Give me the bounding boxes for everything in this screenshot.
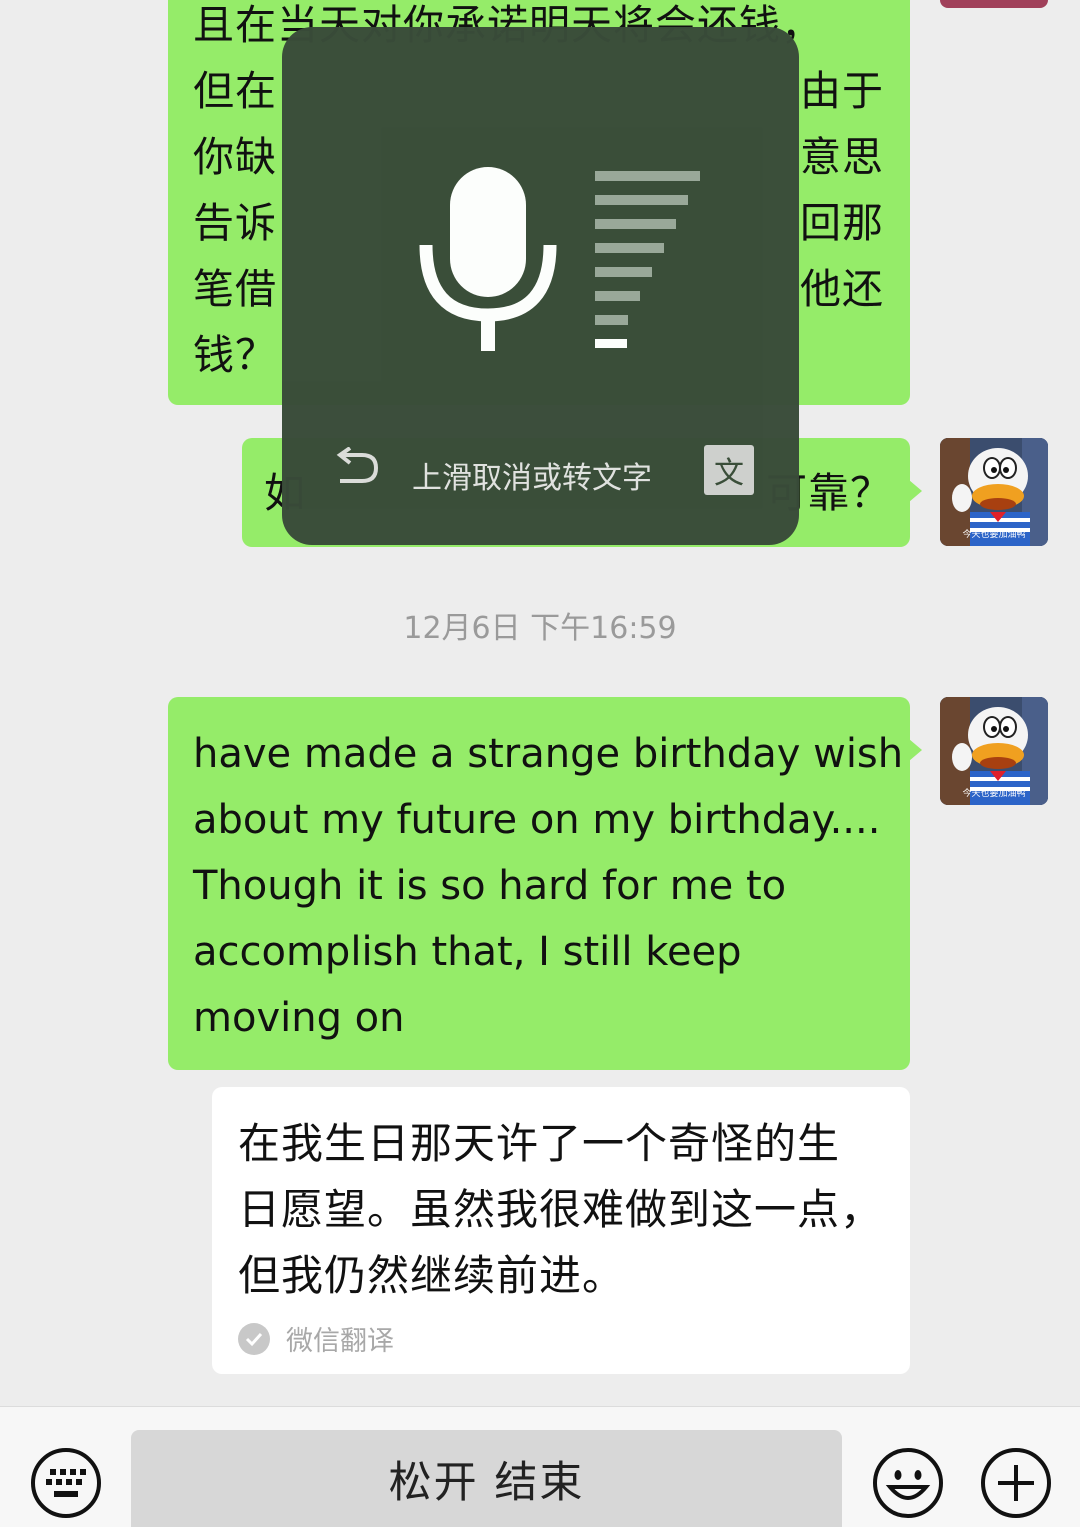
message-1-line-2: 你缺	[193, 133, 277, 181]
message-1-fragment-2: 回那	[800, 199, 884, 247]
bubble-tail	[909, 739, 922, 761]
message-1-line-3: 告诉	[193, 199, 277, 247]
avatar-caption: 今天也要加油鸭	[962, 530, 1026, 540]
keyboard-icon[interactable]	[30, 1447, 102, 1519]
volume-level-meter	[595, 171, 700, 348]
volume-bar	[595, 291, 640, 301]
avatar-top-partial[interactable]	[940, 0, 1048, 8]
message-1-fragment-0: 由于	[800, 67, 884, 115]
check-circle-icon	[238, 1322, 270, 1355]
translation-source-label: 微信翻译	[286, 1326, 394, 1357]
emoji-icon[interactable]	[872, 1447, 944, 1519]
undo-arrow-icon	[336, 447, 379, 483]
message-3-line-0: have made a strange birthday wish	[193, 731, 904, 777]
message-1-line-5: 钱？	[193, 331, 277, 379]
volume-bar	[595, 339, 627, 348]
volume-bar	[595, 195, 688, 205]
message-3-line-4: moving on	[193, 995, 405, 1041]
translation-source: 微信翻译	[238, 1319, 394, 1358]
hold-to-talk-label: 松开 结束	[388, 1457, 585, 1508]
message-3-line-3: accomplish that, I still keep	[193, 929, 742, 975]
volume-bar	[595, 267, 652, 277]
hold-to-talk-button[interactable]: 松开 结束	[131, 1430, 842, 1527]
translation-line-2: 但我仍然继续前进。	[238, 1251, 626, 1300]
microphone-icon	[419, 167, 557, 351]
avatar[interactable]: 今天也要加油鸭	[940, 438, 1048, 546]
translation-line-1: 日愿望。虽然我很难做到这一点，	[238, 1185, 884, 1234]
voice-recording-overlay: 上滑取消或转文字 文	[282, 27, 799, 545]
slide-up-hint: 上滑取消或转文字	[412, 461, 652, 496]
message-1-line-1: 但在	[193, 67, 277, 115]
translation-card[interactable]: 在我生日那天许了一个奇怪的生 日愿望。虽然我很难做到这一点， 但我仍然继续前进。…	[212, 1087, 910, 1374]
volume-bar	[595, 315, 628, 325]
avatar[interactable]: 今天也要加油鸭	[940, 697, 1048, 805]
volume-bar	[595, 243, 664, 253]
message-3-line-1: about my future on my birthday....	[193, 797, 881, 843]
convert-to-text-button[interactable]: 文	[704, 445, 754, 495]
avatar-caption: 今天也要加油鸭	[962, 789, 1026, 799]
message-1-fragment-1: 意思	[800, 133, 884, 181]
chat-timestamp: 12月6日 下午16:59	[403, 611, 677, 646]
message-bubble-3[interactable]: have made a strange birthday wish about …	[168, 697, 922, 1070]
message-1-line-4: 笔借	[193, 265, 277, 313]
bubble-tail	[909, 480, 922, 502]
message-1-fragment-3: 他还	[800, 265, 884, 313]
plus-icon[interactable]	[980, 1447, 1052, 1519]
volume-bar	[595, 171, 700, 181]
bottom-input-bar: 松开 结束	[0, 1406, 1080, 1527]
translation-line-0: 在我生日那天许了一个奇怪的生	[238, 1119, 841, 1168]
message-3-line-2: Though it is so hard for me to	[193, 863, 787, 909]
volume-bar	[595, 219, 676, 229]
